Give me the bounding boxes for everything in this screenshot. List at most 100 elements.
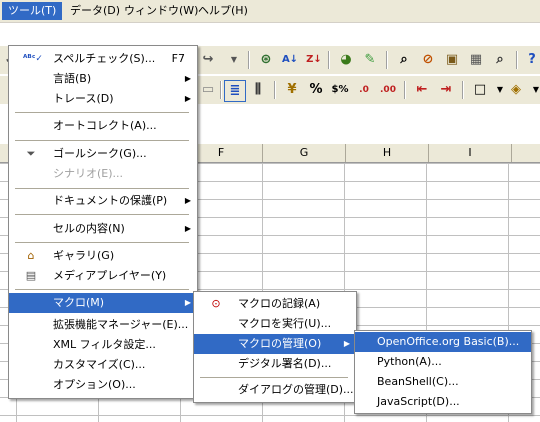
menu-item-label: OpenOffice.org Basic(B)...	[377, 335, 520, 348]
add-decimal-icon[interactable]: .0	[354, 80, 374, 100]
data-sources-icon[interactable]: ▦	[466, 50, 486, 70]
chart-icon[interactable]: ◕	[336, 50, 356, 70]
menu-item-label: オートコレクト(A)...	[53, 119, 157, 132]
menu-item-customize[interactable]: カスタマイズ(C)...	[9, 355, 197, 375]
gallery-icon: ⌂	[27, 249, 35, 262]
menu-item-autocorrect[interactable]: オートコレクト(A)...	[9, 116, 197, 136]
column-header-i[interactable]: I	[429, 144, 512, 162]
menu-item-cell-contents[interactable]: セルの内容(N) ▶	[9, 219, 197, 239]
column-header-g[interactable]: G	[263, 144, 346, 162]
menu-separator	[200, 377, 348, 378]
increase-indent-icon[interactable]: ⇥	[436, 80, 456, 100]
menu-item-organize-dialogs[interactable]: ダイアログの管理(D)...	[194, 380, 356, 400]
menu-item-label: ドキュメントの保護(P)	[53, 194, 168, 207]
column-header-h[interactable]: H	[346, 144, 429, 162]
menu-item-openoffice-basic[interactable]: OpenOffice.org Basic(B)...	[355, 332, 531, 352]
redo-icon[interactable]: ↪	[198, 50, 218, 70]
toolbar-separator	[404, 81, 406, 99]
menu-item-label: マクロの記録(A)	[238, 297, 321, 310]
redo-dropdown-icon[interactable]: ▼	[224, 50, 244, 70]
menu-item-gallery[interactable]: ⌂ ギャラリ(G)	[9, 246, 197, 266]
menu-item-label: ギャラリ(G)	[53, 249, 115, 262]
vertical-align-icon[interactable]: ⫼	[248, 80, 268, 100]
delete-decimal-icon[interactable]: .00	[378, 80, 398, 100]
menu-separator	[15, 289, 189, 290]
media-player-icon: ▤	[25, 269, 37, 282]
menu-item-xml-filter-settings[interactable]: XML フィルタ設定...	[9, 335, 197, 355]
menu-item-javascript[interactable]: JavaScript(D)...	[355, 392, 531, 412]
menu-item-label: シナリオ(E)...	[53, 167, 124, 180]
menu-item-protect-document[interactable]: ドキュメントの保護(P) ▶	[9, 191, 197, 211]
menu-help[interactable]: ヘルプ(H)	[192, 2, 254, 20]
sort-descending-icon[interactable]: Z↓	[304, 50, 324, 70]
menu-item-label: スペルチェック(S)...	[53, 52, 156, 65]
menu-item-python[interactable]: Python(A)...	[355, 352, 531, 372]
organize-macros-submenu: OpenOffice.org Basic(B)... Python(A)... …	[354, 330, 532, 414]
menu-item-language[interactable]: 言語(B) ▶	[9, 69, 197, 89]
menu-separator	[15, 242, 189, 243]
toolbar-separator	[328, 51, 330, 69]
menu-item-scenarios[interactable]: シナリオ(E)...	[9, 164, 197, 184]
menu-item-label: 言語(B)	[53, 72, 92, 85]
background-color-icon[interactable]: ◈	[506, 80, 526, 100]
zoom-icon[interactable]: ⌕	[490, 50, 510, 70]
menu-item-extension-manager[interactable]: 拡張機能マネージャー(E)...	[9, 315, 197, 335]
menu-item-label: マクロ(M)	[53, 296, 105, 309]
submenu-arrow-icon: ▶	[184, 196, 191, 205]
menu-item-trace[interactable]: トレース(D) ▶	[9, 89, 197, 109]
background-color-dropdown-icon[interactable]: ▼	[526, 80, 540, 100]
menu-item-label: XML フィルタ設定...	[53, 338, 156, 351]
find-replace-icon[interactable]: ⌕	[394, 50, 414, 70]
menu-separator	[15, 112, 189, 113]
menu-item-digital-signature[interactable]: デジタル署名(D)...	[194, 354, 356, 374]
menu-separator	[15, 188, 189, 189]
merge-cells-icon[interactable]: ▭	[198, 80, 218, 100]
menu-item-label: マクロを実行(U)...	[238, 317, 332, 330]
menu-bar: ツール(T) データ(D) ウィンドウ(W) ヘルプ(H)	[0, 0, 540, 23]
navigator-icon[interactable]: ⊘	[418, 50, 438, 70]
menu-separator	[15, 214, 189, 215]
menu-item-beanshell[interactable]: BeanShell(C)...	[355, 372, 531, 392]
toolbar-separator	[516, 51, 518, 69]
menu-item-label: ゴールシーク(G)...	[53, 147, 147, 160]
menu-item-goal-seek[interactable]: ⏷ ゴールシーク(G)...	[9, 144, 197, 164]
menu-tools[interactable]: ツール(T)	[2, 2, 63, 20]
menu-data[interactable]: データ(D)	[64, 2, 126, 20]
menu-item-record-macro[interactable]: ⊙ マクロの記録(A)	[194, 294, 356, 314]
hyperlink-icon[interactable]: ⊛	[256, 50, 276, 70]
menu-item-spellcheck[interactable]: ᴬᴮᶜ✓ スペルチェック(S)... F7	[9, 49, 197, 69]
toolbar-separator	[248, 51, 250, 69]
submenu-arrow-icon: ▶	[184, 74, 191, 83]
menu-item-label: ダイアログの管理(D)...	[238, 383, 354, 396]
help-icon[interactable]: ?	[522, 50, 540, 70]
menu-item-label: デジタル署名(D)...	[238, 357, 332, 370]
decrease-indent-icon[interactable]: ⇤	[412, 80, 432, 100]
menu-item-label: セルの内容(N)	[53, 222, 125, 235]
menu-item-label: JavaScript(D)...	[377, 395, 460, 408]
submenu-arrow-icon: ▶	[184, 94, 191, 103]
toolbar-separator	[220, 81, 222, 99]
percent-format-icon[interactable]: %	[306, 80, 326, 100]
menu-item-media-player[interactable]: ▤ メディアプレイヤー(Y)	[9, 266, 197, 286]
menu-item-label: オプション(O)...	[53, 378, 136, 391]
draw-functions-icon[interactable]: ✎	[360, 50, 380, 70]
toolbar-separator	[462, 81, 464, 99]
standard-format-icon[interactable]: $%	[330, 80, 350, 100]
gallery-toolbar-icon[interactable]: ▣	[442, 50, 462, 70]
menu-item-macros[interactable]: マクロ(M) ▶	[9, 293, 197, 313]
menu-item-organize-macros[interactable]: マクロの管理(O) ▶	[194, 334, 356, 354]
menu-separator	[15, 140, 189, 141]
macros-submenu: ⊙ マクロの記録(A) マクロを実行(U)... マクロの管理(O) ▶ デジタ…	[193, 291, 357, 403]
menu-item-label: メディアプレイヤー(Y)	[53, 269, 167, 282]
borders-icon[interactable]: □	[470, 80, 490, 100]
menu-item-label: カスタマイズ(C)...	[53, 358, 146, 371]
submenu-arrow-icon: ▶	[184, 298, 191, 307]
shortcut-label: F7	[171, 52, 185, 65]
menu-item-run-macro[interactable]: マクロを実行(U)...	[194, 314, 356, 334]
submenu-arrow-icon: ▶	[184, 224, 191, 233]
sort-ascending-icon[interactable]: A↓	[280, 50, 300, 70]
tools-menu: ᴬᴮᶜ✓ スペルチェック(S)... F7 言語(B) ▶ トレース(D) ▶ …	[8, 45, 198, 399]
currency-format-icon[interactable]: ¥	[282, 80, 302, 100]
align-text-icon[interactable]: ≣	[224, 80, 246, 102]
menu-item-options[interactable]: オプション(O)...	[9, 375, 197, 395]
